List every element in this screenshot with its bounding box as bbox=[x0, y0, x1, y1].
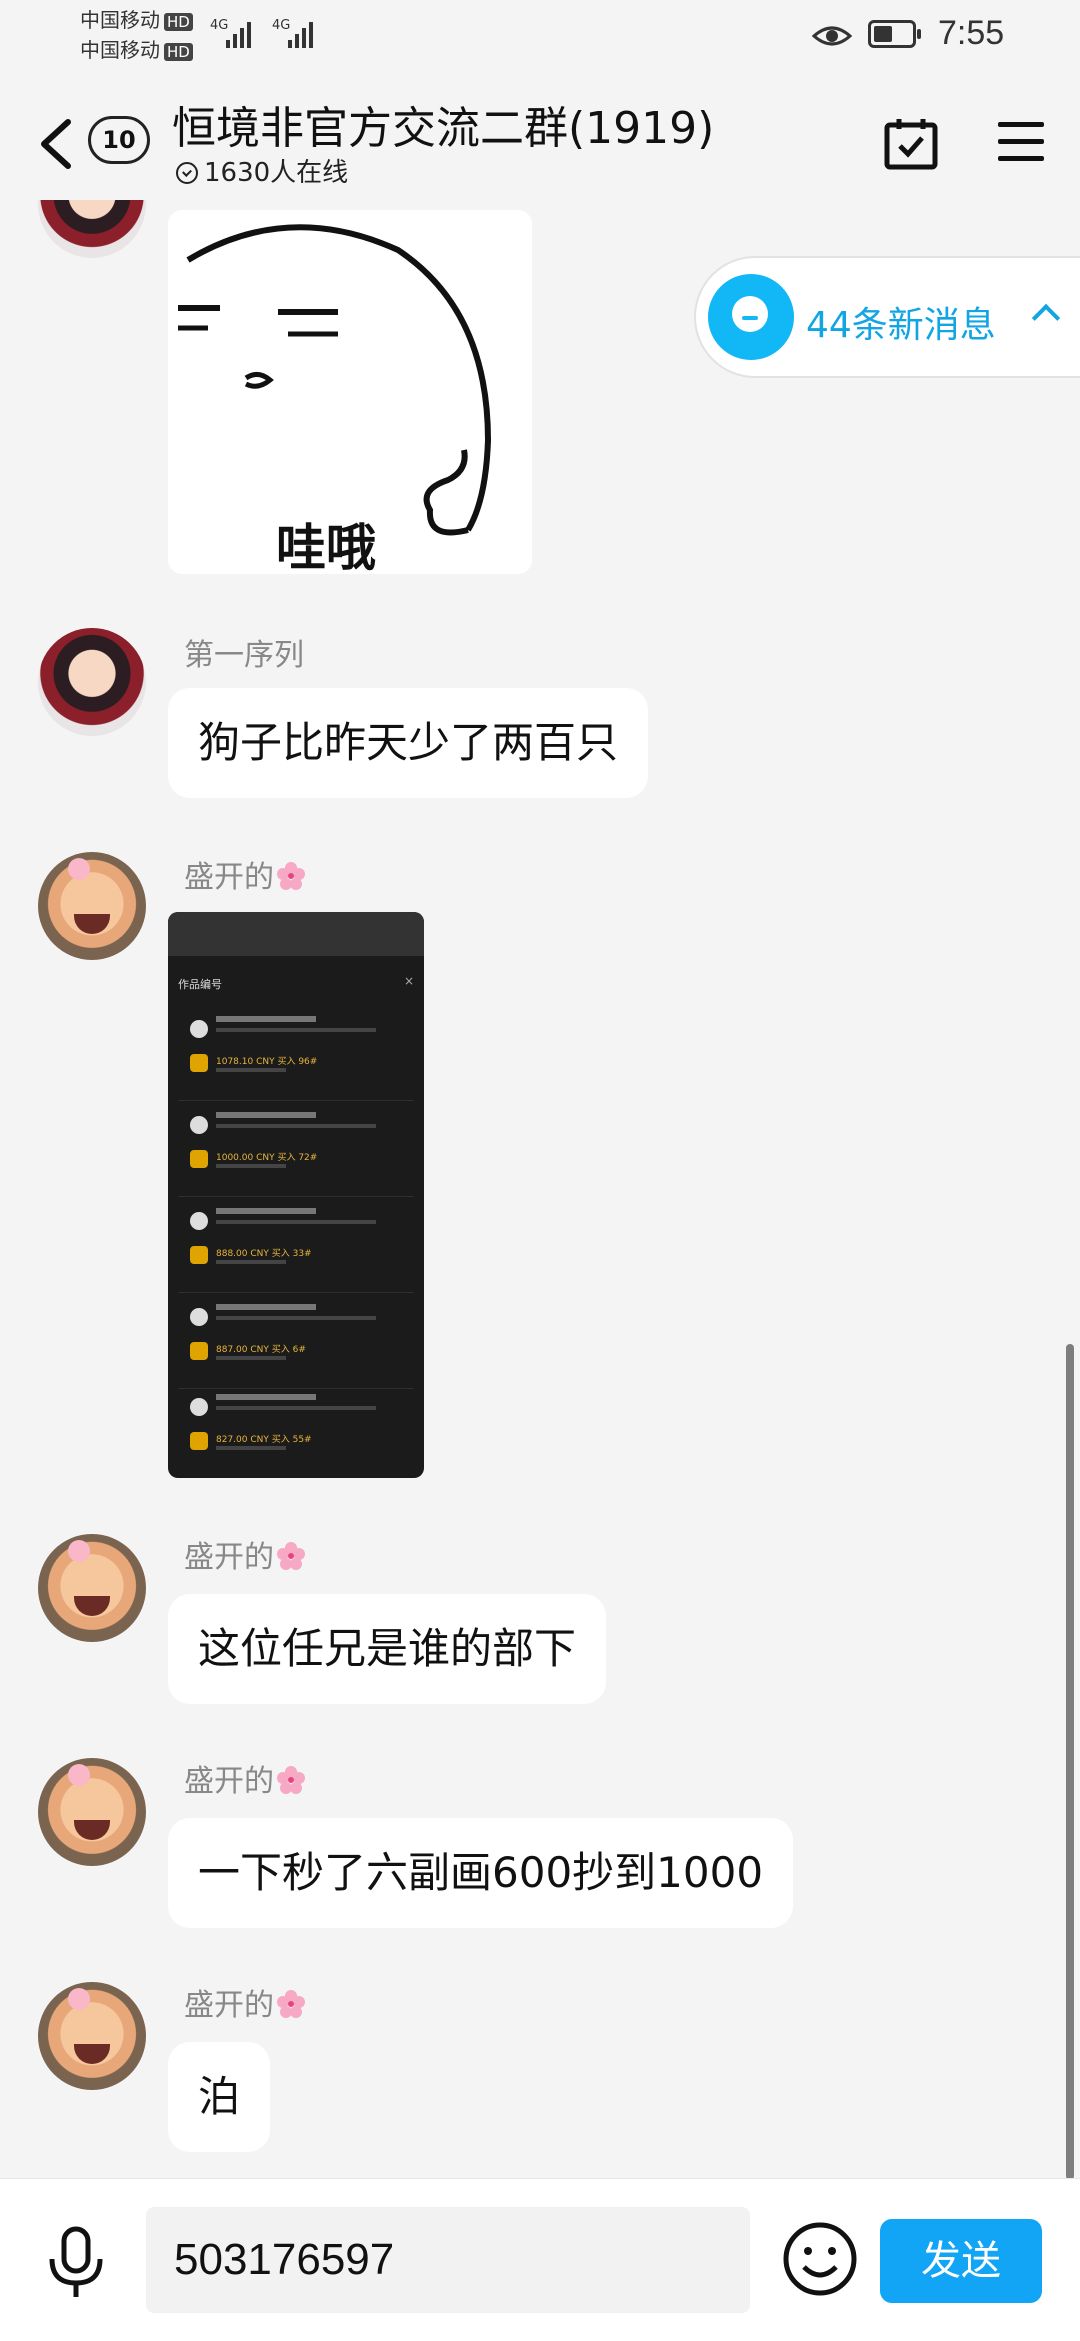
calendar-check-icon[interactable] bbox=[884, 116, 938, 170]
sender-name[interactable]: 盛开的 bbox=[184, 852, 306, 896]
online-count: 1630人在线 bbox=[176, 152, 348, 189]
avatar[interactable] bbox=[38, 1534, 146, 1642]
avatar[interactable] bbox=[38, 1758, 146, 1866]
message-bubble[interactable]: 一下秒了六副画600抄到1000 bbox=[168, 1818, 794, 1928]
input-bar: 503176597 发送 bbox=[0, 2178, 1080, 2341]
cherry-blossom-icon bbox=[277, 1542, 305, 1570]
carrier-2: 中国移动 HD bbox=[80, 38, 193, 62]
eye-icon bbox=[812, 26, 852, 46]
sender-name[interactable]: 盛开的 bbox=[184, 1980, 306, 2024]
screenshot-heading: 作品编号 bbox=[178, 978, 222, 991]
sticker-image[interactable]: 哇哦 bbox=[168, 210, 532, 574]
chat-bubble-icon bbox=[708, 274, 794, 360]
sticker-caption: 哇哦 bbox=[276, 519, 376, 574]
list-item: 888.00 CNY 买入 33# bbox=[178, 1200, 414, 1293]
avatar[interactable] bbox=[38, 628, 146, 736]
avatar[interactable] bbox=[38, 852, 146, 960]
sender-name[interactable]: 盛开的 bbox=[184, 1532, 306, 1576]
list-item: 887.00 CNY 买入 6# bbox=[178, 1296, 414, 1389]
list-item: 1078.10 CNY 买入 96# bbox=[178, 1008, 414, 1101]
message-bubble[interactable]: 泊 bbox=[168, 2042, 271, 2152]
carrier-1: 中国移动 HD bbox=[80, 8, 193, 32]
chat-header: 10 恒境非官方交流二群(1919) 1630人在线 bbox=[0, 72, 1080, 200]
message-input[interactable]: 503176597 bbox=[146, 2207, 750, 2313]
microphone-icon[interactable] bbox=[44, 2225, 108, 2301]
status-bar: 中国移动 HD 中国移动 HD 4G 4G 7:55 bbox=[0, 0, 1080, 72]
sender-name[interactable]: 盛开的 bbox=[184, 1756, 306, 1800]
check-circle-icon bbox=[176, 162, 198, 184]
group-title[interactable]: 恒境非官方交流二群(1919) bbox=[172, 92, 714, 156]
unread-count-badge[interactable]: 10 bbox=[88, 116, 150, 164]
clock: 7:55 bbox=[938, 14, 1005, 52]
list-item: 827.00 CNY 买入 55# bbox=[178, 1386, 414, 1478]
new-messages-button[interactable]: 44条新消息 bbox=[694, 256, 1080, 378]
cherry-blossom-icon bbox=[277, 1990, 305, 2018]
scrollbar[interactable] bbox=[1066, 1344, 1074, 2180]
chevron-up-icon bbox=[1031, 303, 1061, 333]
message-bubble[interactable]: 狗子比昨天少了两百只 bbox=[168, 688, 649, 798]
back-icon[interactable] bbox=[36, 114, 76, 174]
screenshot-statusbar bbox=[168, 912, 424, 956]
screenshot-image[interactable]: 作品编号 × 1078.10 CNY 买入 96# 1000.00 CNY 买入… bbox=[168, 912, 424, 1478]
send-button[interactable]: 发送 bbox=[880, 2219, 1042, 2303]
battery-icon bbox=[868, 20, 921, 48]
message-bubble[interactable]: 这位任兄是谁的部下 bbox=[168, 1594, 607, 1704]
sender-name[interactable]: 第一序列 bbox=[184, 630, 304, 674]
cherry-blossom-icon bbox=[277, 862, 305, 890]
cherry-blossom-icon bbox=[277, 1766, 305, 1794]
avatar[interactable] bbox=[38, 1982, 146, 2090]
close-icon: × bbox=[403, 974, 414, 988]
list-item: 1000.00 CNY 买入 72# bbox=[178, 1104, 414, 1197]
menu-icon[interactable] bbox=[998, 120, 1044, 164]
new-messages-label: 44条新消息 bbox=[806, 305, 996, 346]
emoji-icon[interactable] bbox=[782, 2221, 858, 2297]
